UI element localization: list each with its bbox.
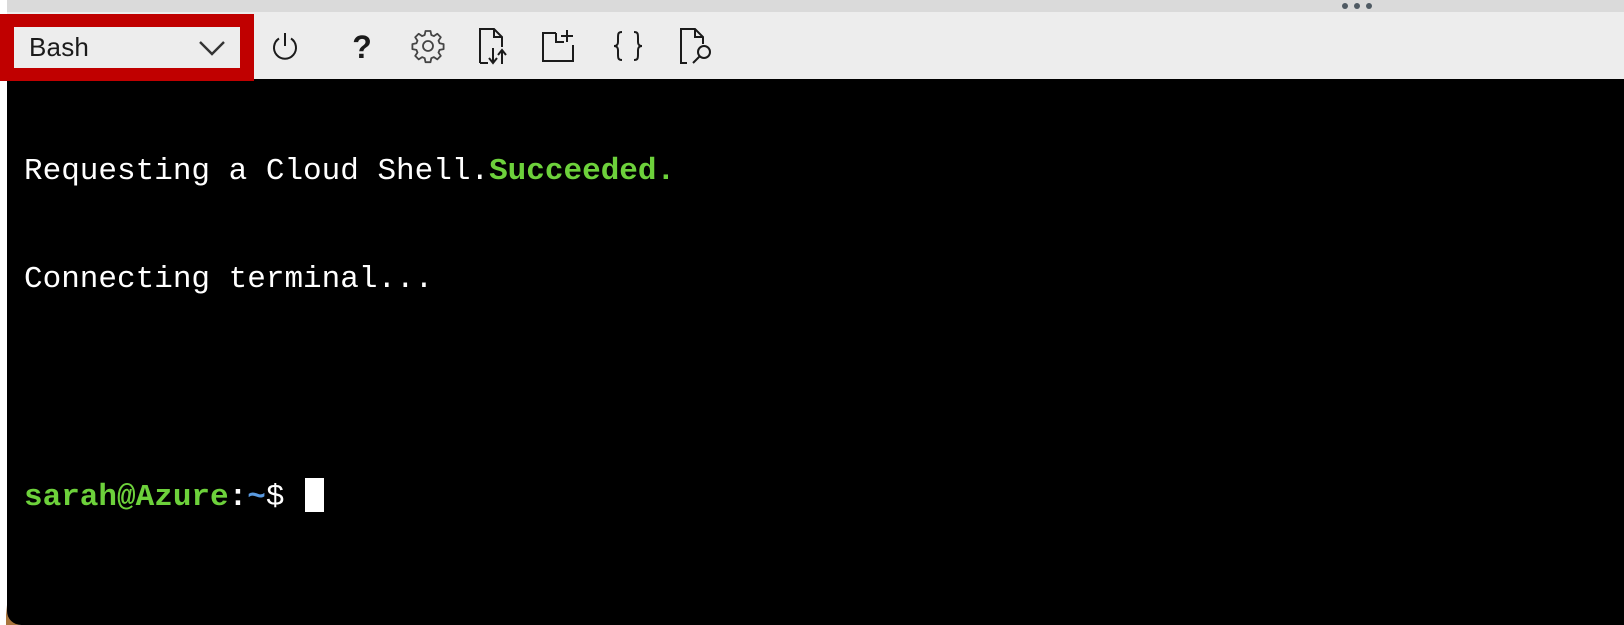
file-transfer-icon: [479, 28, 507, 65]
drag-handle-icon[interactable]: [1342, 3, 1372, 9]
help-button[interactable]: ?: [340, 24, 384, 68]
editor-button[interactable]: [606, 24, 650, 68]
upload-download-button[interactable]: [471, 24, 515, 68]
settings-button[interactable]: [406, 24, 450, 68]
resize-bar[interactable]: [7, 0, 1624, 12]
terminal[interactable]: Requesting a Cloud Shell.Succeeded. Conn…: [7, 79, 1624, 625]
braces-icon: [613, 31, 643, 61]
terminal-prompt-line[interactable]: sarah@Azure:~$: [24, 478, 675, 515]
terminal-cursor: [305, 478, 325, 512]
terminal-line: Connecting terminal...: [24, 262, 675, 298]
cloud-shell-window: Bash ? Requesting a Cloud Shell.Succeede…: [0, 0, 1624, 625]
prompt-sign: $: [265, 480, 304, 515]
restart-button[interactable]: [263, 24, 307, 68]
gear-icon: [411, 30, 445, 64]
web-preview-icon: [680, 28, 711, 64]
terminal-text: Connecting terminal...: [24, 262, 434, 297]
web-preview-button[interactable]: [674, 24, 718, 68]
svg-text:?: ?: [352, 29, 372, 63]
terminal-output: Requesting a Cloud Shell.Succeeded. Conn…: [24, 82, 675, 586]
status-succeeded: Succeeded.: [489, 154, 676, 189]
prompt-user-host: sarah@Azure: [24, 480, 229, 515]
power-icon: [273, 33, 297, 60]
shell-type-dropdown[interactable]: Bash: [14, 27, 240, 68]
new-session-icon: [542, 30, 574, 62]
chevron-down-icon: [199, 40, 225, 56]
prompt-path: ~: [247, 480, 266, 515]
question-icon: ?: [352, 29, 372, 63]
terminal-text: Requesting a Cloud Shell.: [24, 154, 490, 189]
terminal-line: Requesting a Cloud Shell.Succeeded.: [24, 154, 675, 190]
prompt-colon: :: [228, 480, 248, 515]
new-session-button[interactable]: [536, 24, 580, 68]
shell-type-selected: Bash: [29, 32, 90, 62]
